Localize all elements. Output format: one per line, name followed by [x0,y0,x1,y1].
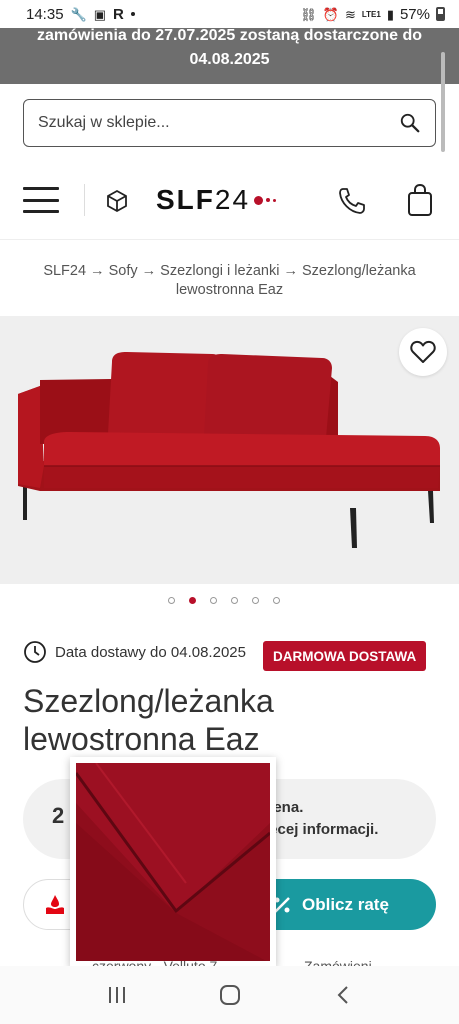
wrench-icon: 🔧 [70,6,87,22]
promo-line-2: 04.08.2025 [189,51,270,68]
status-r: R [113,5,124,23]
delivery-text: Data dostawy do 04.08.2025 [55,643,246,661]
gallery-dot-active[interactable] [189,597,196,604]
gallery-dot[interactable] [168,597,175,604]
cube-icon[interactable] [104,188,130,214]
fabric-swatch-image [74,762,271,963]
logo-text: SLF [156,184,215,215]
page: 14:35 🔧 ▣ R ⛓ ⏰ ≋ LTE1 ▮ 57% zamówienia … [0,0,459,1024]
battery-icon [436,7,445,21]
free-delivery-badge: DARMOWA DOSTAWA [263,641,427,671]
search-input[interactable] [38,114,399,132]
recents-icon[interactable] [97,980,137,1010]
lock-icon: ⛓ [300,6,317,22]
promo-banner: zamówienia do 27.07.2025 zostaną dostarc… [0,28,459,84]
calculate-installment-button[interactable]: Oblicz ratę [262,879,436,930]
delivery-info: Data dostawy do 04.08.2025 [23,640,246,664]
menu-icon[interactable] [23,187,59,213]
santander-icon [46,894,64,914]
gallery-dot[interactable] [210,597,217,604]
color-swatch-preview [70,757,276,967]
sofa-illustration [18,352,440,548]
header-divider [84,184,85,216]
logo-number: 24 [214,184,251,215]
signal-icon: ▮ [386,6,394,22]
cart-icon[interactable] [406,183,434,217]
wishlist-button[interactable] [399,328,447,376]
product-title: Szezlong/leżanka lewostronna Eaz [23,683,274,757]
scrollbar[interactable] [441,52,445,152]
alarm-icon: ⏰ [322,6,339,22]
gallery-dot[interactable] [252,597,259,604]
wifi-icon: ≋ [344,6,356,22]
battery-text: 57% [399,5,430,23]
gallery-dot[interactable] [273,597,280,604]
gallery-dot[interactable] [231,597,238,604]
logo[interactable]: SLF 24 [156,182,277,218]
notification-dot-icon [130,12,135,16]
search-box[interactable] [23,99,436,147]
gallery-pagination [168,597,280,604]
promo-line-1: zamówienia do 27.07.2025 zostaną dostarc… [36,28,422,44]
status-bar: 14:35 🔧 ▣ R ⛓ ⏰ ≋ LTE1 ▮ 57% [0,0,459,28]
clock-icon [24,641,46,663]
product-image[interactable] [0,316,459,584]
heart-icon [410,340,436,363]
info-number: 2 [52,803,65,828]
breadcrumb[interactable]: SLF24 → Sofy → Szezlongi i leżanki → Sze… [20,262,439,300]
site-header: SLF 24 [0,160,459,240]
status-time: 14:35 [26,5,64,23]
info-line-2[interactable]: ięcej informacji. [265,821,378,838]
logo-dots-icon [254,195,277,205]
search-icon[interactable] [399,112,421,134]
home-icon[interactable] [210,980,250,1010]
back-icon[interactable] [323,980,363,1010]
phone-icon[interactable] [336,185,368,217]
system-nav-bar [0,966,459,1024]
calculate-installment-label: Oblicz ratę [302,894,389,914]
image-icon: ▣ [93,6,107,22]
network-label: LTE1 [361,9,381,19]
